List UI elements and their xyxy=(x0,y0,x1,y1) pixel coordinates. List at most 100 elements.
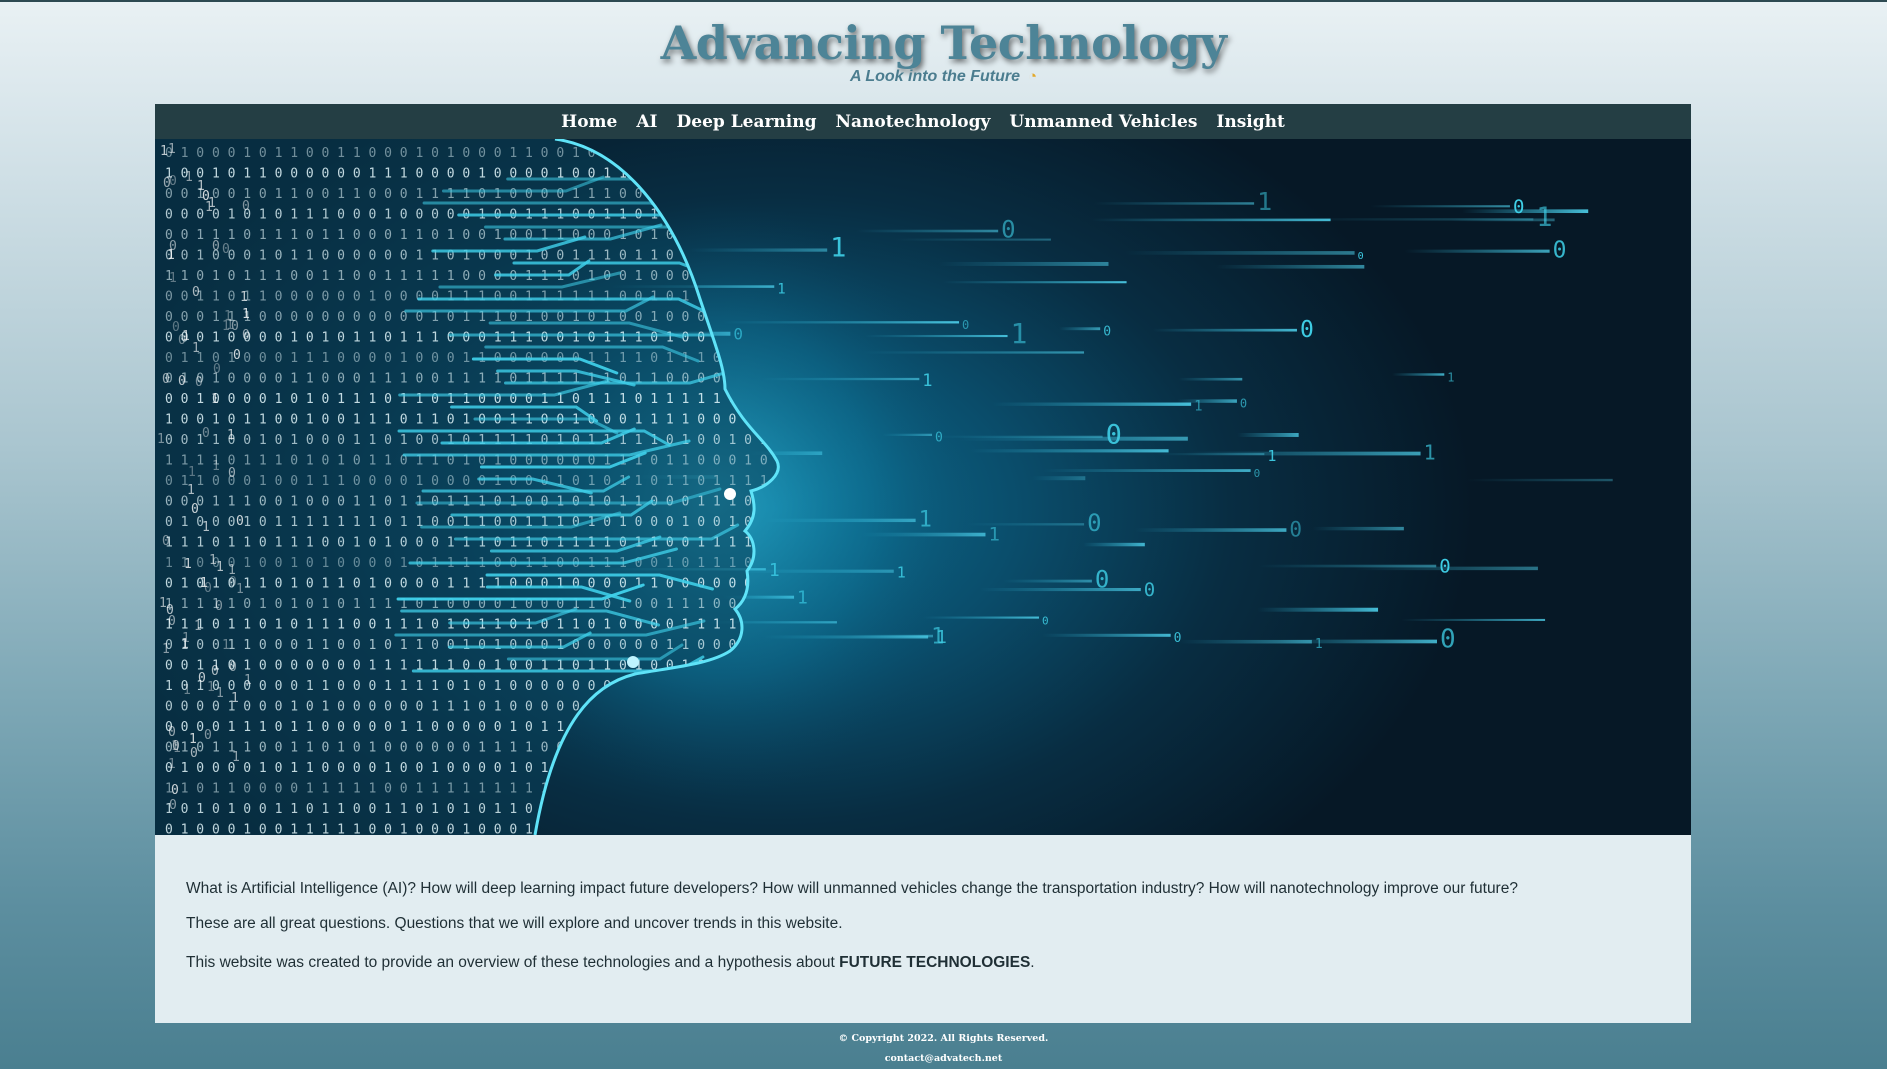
svg-text:0: 0 xyxy=(236,514,244,529)
svg-text:1: 1 xyxy=(168,142,176,157)
svg-text:0: 0 xyxy=(1440,625,1456,655)
svg-text:1: 1 xyxy=(183,683,191,698)
svg-text:0: 0 xyxy=(198,671,206,686)
svg-text:0: 0 xyxy=(204,581,212,596)
svg-text:1: 1 xyxy=(182,631,190,646)
svg-text:1: 1 xyxy=(1194,399,1202,415)
tagline-text: A Look into the Future xyxy=(849,68,1020,85)
svg-text:0 1 0 0 0 1 0 0 1 1 1 1 1 0 0: 0 1 0 0 0 1 0 0 1 1 1 1 1 0 0 1 0 0 0 1 … xyxy=(165,823,846,836)
svg-text:1: 1 xyxy=(216,560,224,575)
svg-text:1: 1 xyxy=(157,432,165,447)
svg-text:0: 0 xyxy=(192,285,200,300)
main-container: Home AI Deep Learning Nanotechnology Unm… xyxy=(155,104,1691,1023)
svg-text:0: 0 xyxy=(169,798,177,813)
svg-text:1: 1 xyxy=(244,673,252,688)
nav-unmanned-vehicles[interactable]: Unmanned Vehicles xyxy=(1009,112,1197,132)
svg-text:0: 0 xyxy=(1439,556,1450,578)
svg-text:1: 1 xyxy=(162,642,170,657)
svg-text:0: 0 xyxy=(1087,509,1101,537)
svg-text:1: 1 xyxy=(227,428,235,443)
svg-text:0: 0 xyxy=(1358,251,1364,262)
svg-text:1: 1 xyxy=(207,680,215,695)
svg-text:0: 0 xyxy=(1240,396,1247,410)
svg-text:1: 1 xyxy=(184,557,192,572)
main-nav: Home AI Deep Learning Nanotechnology Unm… xyxy=(155,104,1691,139)
nav-nanotechnology[interactable]: Nanotechnology xyxy=(836,112,991,132)
hero-image: 00001011111000011101001101110100011000 0… xyxy=(155,139,1691,835)
svg-text:1: 1 xyxy=(216,686,224,701)
svg-text:0: 0 xyxy=(213,362,221,377)
svg-text:1: 1 xyxy=(226,318,234,333)
contact-email[interactable]: contact@advatech.net xyxy=(0,1049,1887,1069)
site-header: Advancing Technology A Look into the Fut… xyxy=(0,2,1887,102)
copyright-text: © Copyright 2022. All Rights Reserved. xyxy=(838,1033,1049,1044)
svg-text:1: 1 xyxy=(1424,441,1436,465)
svg-text:0: 0 xyxy=(169,174,177,189)
intro-paragraph-3-end: . xyxy=(1030,954,1035,971)
svg-text:0: 0 xyxy=(171,783,179,798)
svg-text:0: 0 xyxy=(1513,196,1524,218)
tagline: A Look into the Future ◔ xyxy=(0,68,1887,86)
svg-text:1: 1 xyxy=(182,329,190,344)
svg-text:0: 0 xyxy=(162,534,170,549)
node xyxy=(724,488,736,500)
nav-home[interactable]: Home xyxy=(561,112,617,132)
svg-text:0: 0 xyxy=(962,318,969,332)
intro-paragraph-2: These are all great questions. Questions… xyxy=(186,915,843,932)
svg-text:0: 0 xyxy=(190,746,198,761)
svg-text:0: 0 xyxy=(172,739,180,754)
svg-text:1 0 0 1 0 1 1 0 0 0 0 0 0 1 1: 1 0 0 1 0 1 1 0 0 0 0 0 0 1 1 1 0 0 0 0 … xyxy=(165,167,846,182)
svg-text:1: 1 xyxy=(185,170,193,185)
svg-text:1: 1 xyxy=(232,750,240,765)
svg-text:1: 1 xyxy=(1257,187,1272,216)
svg-text:0 1 0 1 0 1 1 0 1 0 1 1 0 1 0: 0 1 0 1 0 1 1 0 1 0 1 1 0 1 0 0 0 0 1 1 … xyxy=(165,577,846,592)
svg-text:0: 0 xyxy=(242,199,250,214)
svg-text:0: 0 xyxy=(233,348,241,363)
svg-text:1: 1 xyxy=(188,465,196,480)
svg-text:0: 0 xyxy=(1103,324,1111,339)
svg-text:0: 0 xyxy=(242,328,250,343)
svg-text:1: 1 xyxy=(194,619,202,634)
svg-text:0: 0 xyxy=(1042,615,1049,628)
svg-text:1: 1 xyxy=(187,483,195,498)
svg-text:0: 0 xyxy=(228,466,236,481)
nav-insight[interactable]: Insight xyxy=(1216,112,1284,132)
svg-text:0: 0 xyxy=(195,375,203,390)
intro-paragraph-3-text: This website was created to provide an o… xyxy=(186,954,840,971)
svg-text:0: 0 xyxy=(1553,238,1567,264)
svg-text:1: 1 xyxy=(222,638,230,653)
svg-text:0 1 1 0 0 0 1 0 0 1 1 1 0 0 0: 0 1 1 0 0 0 1 0 0 1 1 1 0 0 0 0 1 0 0 0 … xyxy=(165,474,846,489)
svg-text:0: 0 xyxy=(222,242,230,257)
svg-text:0 0 1 1 0 0 1 0 1 0 0 0 1 1 0: 0 0 1 1 0 0 1 0 1 0 0 0 1 1 0 1 0 0 1 0 … xyxy=(165,433,846,448)
svg-text:1: 1 xyxy=(236,582,244,597)
svg-text:0: 0 xyxy=(1254,467,1261,480)
svg-text:1: 1 xyxy=(231,691,239,706)
svg-text:0: 0 xyxy=(212,239,220,254)
svg-text:0: 0 xyxy=(162,372,170,387)
svg-text:1: 1 xyxy=(1267,447,1276,465)
site-title: Advancing Technology xyxy=(660,16,1227,70)
node xyxy=(627,656,639,668)
svg-text:1: 1 xyxy=(202,520,210,535)
svg-text:0: 0 xyxy=(211,664,219,679)
svg-text:1: 1 xyxy=(1536,202,1552,233)
spinner-icon: ◔ xyxy=(1028,68,1038,85)
svg-text:1: 1 xyxy=(1447,370,1454,384)
svg-text:0: 0 xyxy=(202,426,210,441)
svg-text:0: 0 xyxy=(1174,631,1182,646)
svg-text:1: 1 xyxy=(242,307,250,322)
svg-text:1: 1 xyxy=(197,179,205,194)
svg-text:0: 0 xyxy=(1144,579,1155,601)
nav-ai[interactable]: AI xyxy=(636,112,657,132)
svg-text:1: 1 xyxy=(160,144,168,159)
svg-text:1: 1 xyxy=(211,392,219,407)
svg-text:1: 1 xyxy=(167,248,175,263)
nav-deep-learning[interactable]: Deep Learning xyxy=(677,112,817,132)
svg-text:1: 1 xyxy=(240,290,248,305)
intro-paragraph-3: This website was created to provide an o… xyxy=(186,954,1035,972)
svg-text:0: 0 xyxy=(215,599,223,614)
svg-text:0 0 1 0 0 1 0 1 1 0 0 1 1 0 0: 0 0 1 0 0 1 0 1 1 0 0 1 1 0 0 0 1 1 1 1 … xyxy=(165,187,846,202)
svg-text:1: 1 xyxy=(1315,637,1323,652)
svg-text:0: 0 xyxy=(1106,420,1122,451)
intro-paragraph-1: What is Artificial Intelligence (AI)? Ho… xyxy=(186,880,1518,897)
